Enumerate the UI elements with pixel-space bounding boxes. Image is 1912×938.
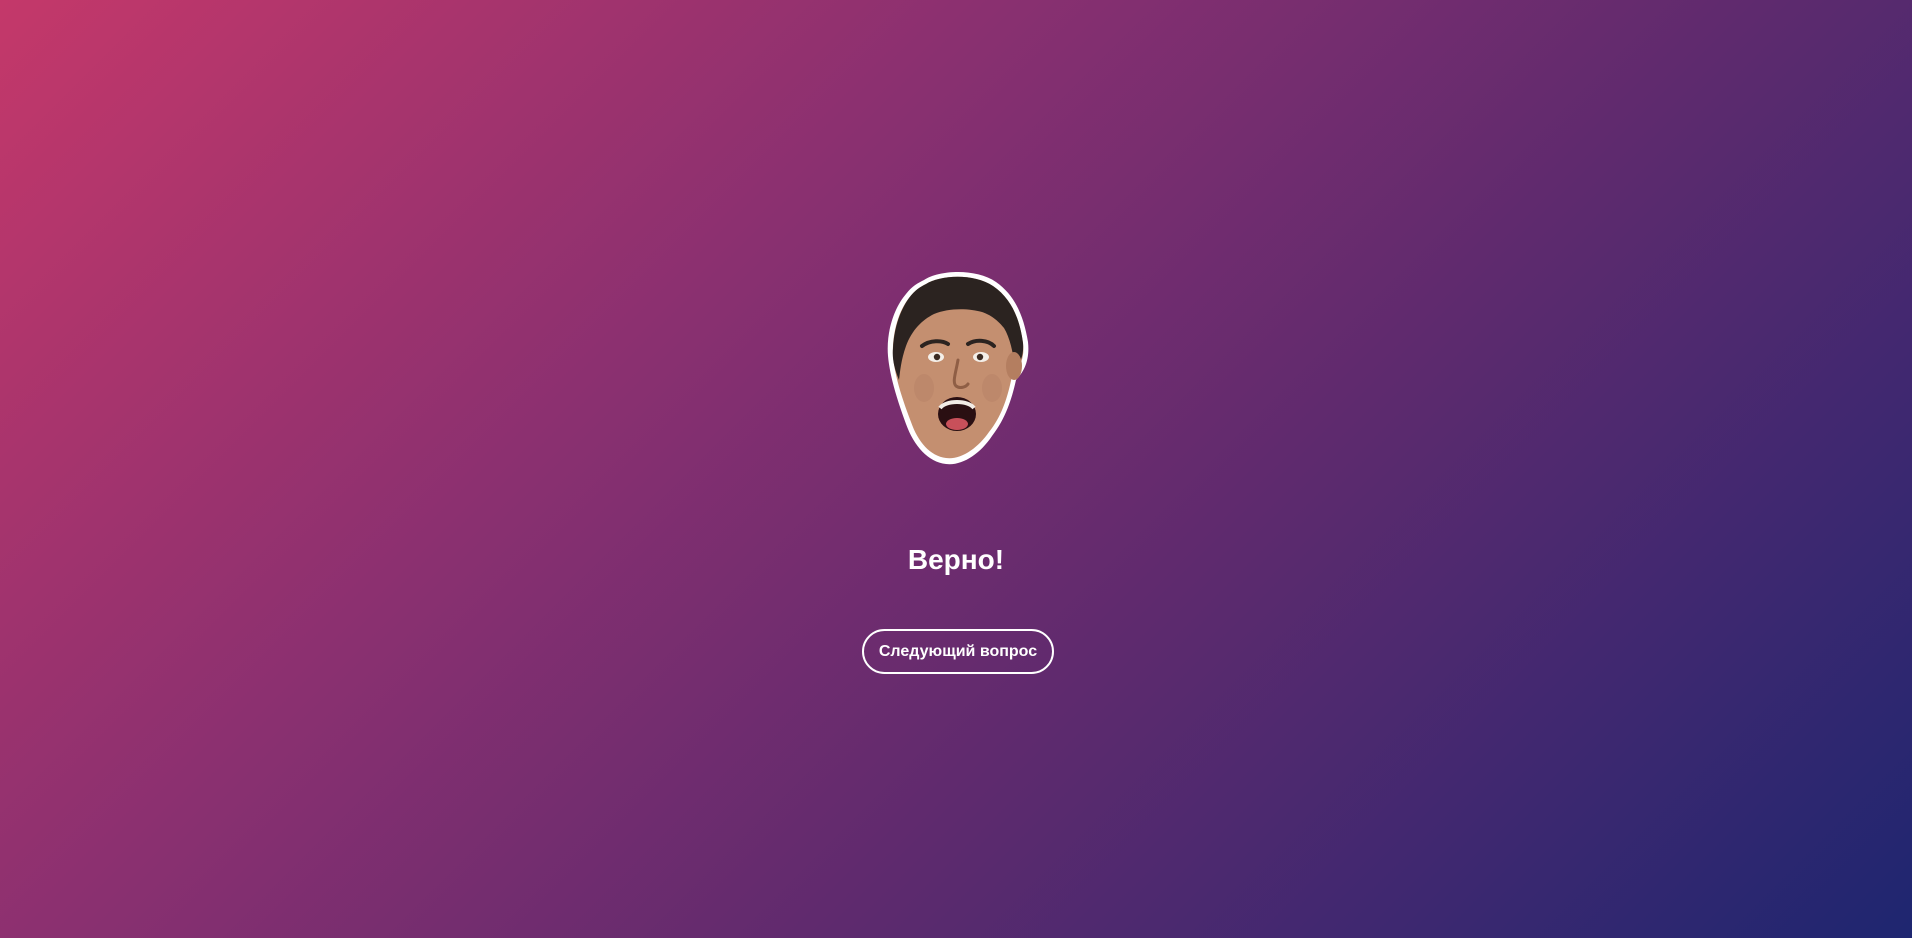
next-question-button[interactable]: Следующий вопрос: [862, 629, 1054, 674]
result-screen: Верно! Следующий вопрос: [0, 0, 1912, 938]
surprised-face-sticker-icon: [887, 272, 1029, 465]
result-title: Верно!: [907, 544, 1005, 575]
